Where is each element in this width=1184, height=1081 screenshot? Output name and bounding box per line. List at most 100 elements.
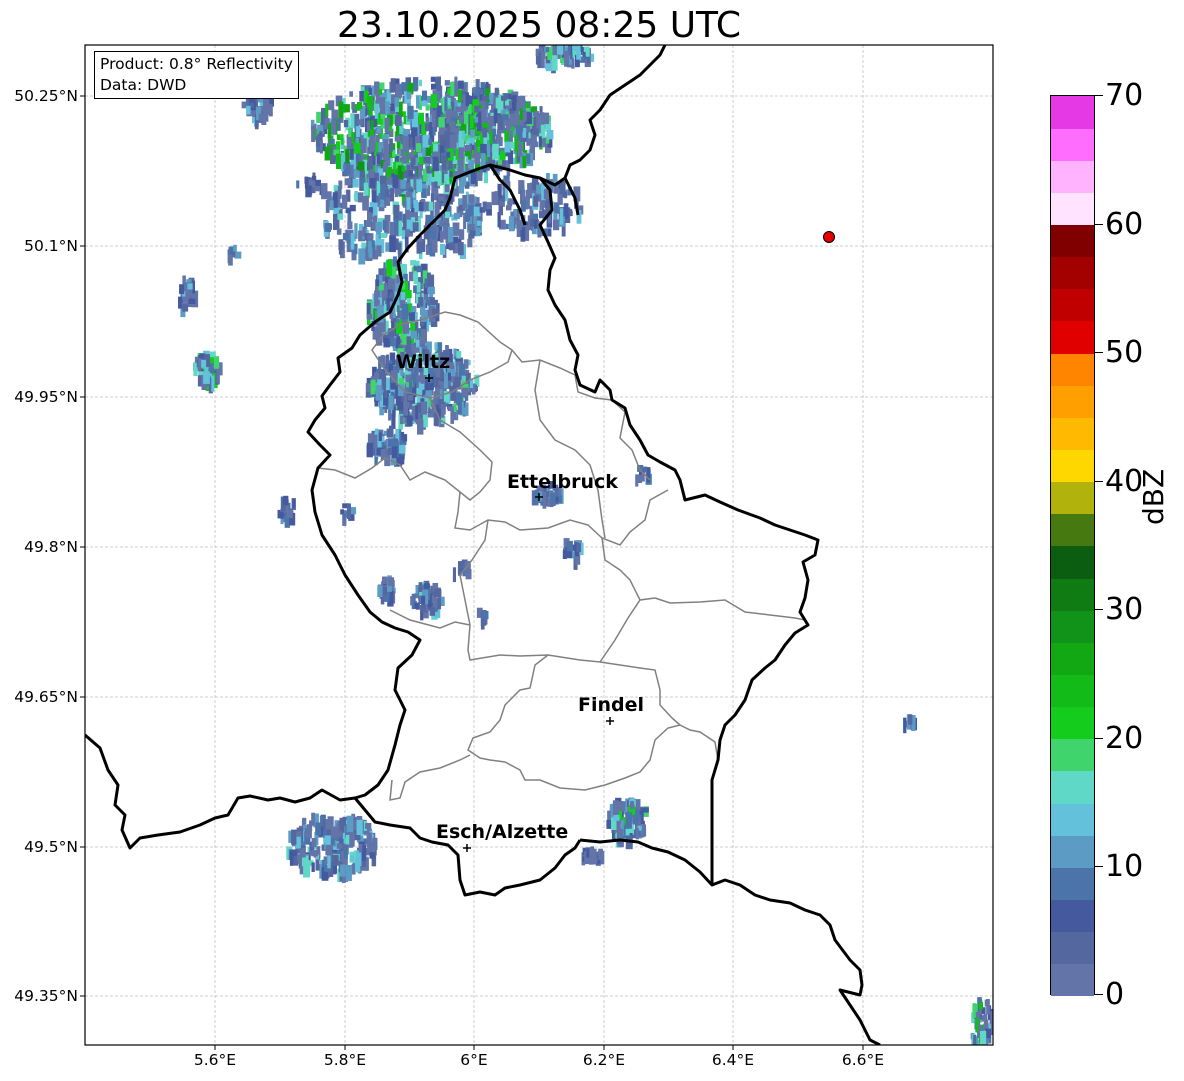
colorbar-tick-label: 70 (1105, 78, 1144, 113)
echo-cell (903, 717, 907, 734)
colorbar-segment (1051, 96, 1094, 129)
echo-cell (463, 111, 469, 125)
echo-cell (492, 143, 499, 160)
echo-cell (441, 155, 447, 171)
lat-label: 49.5°N (24, 838, 78, 856)
echo-cell (517, 142, 523, 157)
echo-cell (477, 124, 482, 131)
colorbar-segment (1051, 642, 1094, 676)
echo-cell (472, 87, 477, 93)
echo-cell (385, 377, 390, 391)
echo-cell (443, 224, 449, 240)
echo-cell (468, 204, 475, 217)
echo-cell (526, 153, 531, 164)
echo-cell (367, 155, 373, 169)
echo-cell (355, 126, 361, 138)
echo-cell (350, 113, 355, 129)
echo-cell (343, 104, 350, 113)
echo-cell (299, 848, 306, 858)
echo-cell (418, 582, 423, 592)
echo-cell (381, 232, 387, 238)
echo-cell (387, 577, 395, 586)
echo-cell (491, 191, 499, 206)
echo-cell (383, 337, 390, 348)
echo-cell (382, 373, 387, 388)
echo-cell (413, 271, 419, 284)
echo-cell (533, 219, 538, 229)
echo-cell (292, 499, 296, 508)
echo-cell (390, 78, 396, 93)
echo-cell (398, 220, 403, 237)
echo-cell (413, 285, 417, 293)
echo-cell (516, 220, 522, 230)
colorbar-segment (1051, 578, 1094, 611)
echo-cell (538, 136, 542, 148)
echo-cell (356, 819, 363, 835)
colorbar-tick-label: 60 (1105, 207, 1144, 242)
colorbar-segment (1051, 835, 1094, 868)
echo-cell (338, 239, 344, 250)
echo-cell (418, 297, 424, 307)
echo-cell (984, 999, 990, 1007)
echo-cell (432, 156, 439, 172)
echo-cell (426, 188, 430, 196)
echo-cell (408, 170, 413, 177)
echo-cell (311, 125, 316, 142)
echo-cell (409, 312, 415, 321)
echo-cell (403, 392, 407, 407)
echo-cell (407, 395, 414, 401)
echo-cell (344, 845, 348, 859)
echo-cell (501, 114, 509, 121)
echo-cell (383, 160, 387, 169)
echo-cell (343, 119, 349, 128)
echo-cell (402, 135, 409, 152)
echo-cell (328, 100, 335, 111)
echo-cell (213, 356, 220, 369)
echo-cell (400, 415, 404, 425)
echo-cell (378, 275, 383, 285)
echo-cell (280, 511, 284, 519)
echo-cell (357, 161, 365, 171)
echo-cell (410, 330, 418, 339)
echo-cell (371, 221, 376, 229)
colorbar-tick-label: 30 (1105, 592, 1144, 627)
echo-cell (508, 100, 512, 109)
echo-cell (586, 848, 590, 858)
echo-cell (325, 820, 331, 830)
colorbar-segment (1051, 288, 1094, 322)
echo-cell (635, 811, 640, 822)
colorbar-segment (1051, 224, 1094, 258)
echo-cell (400, 179, 406, 189)
echo-cell (321, 183, 328, 200)
echo-cell (613, 814, 620, 821)
echo-cell (324, 146, 331, 161)
echo-cell (286, 509, 293, 519)
echo-cell (392, 446, 398, 459)
echo-cell (357, 119, 363, 126)
echo-cell (401, 166, 406, 172)
echo-cell (472, 99, 480, 106)
echo-cell (427, 274, 435, 289)
echo-cell (449, 134, 457, 149)
echo-cell (439, 220, 444, 227)
lon-label: 5.6°E (193, 1051, 237, 1069)
lat-label: 49.35°N (14, 987, 78, 1005)
echo-cell (629, 801, 634, 810)
colorbar-segment (1051, 610, 1094, 643)
echo-cell (422, 413, 428, 428)
echo-cell (346, 815, 354, 833)
echo-cell (330, 838, 335, 846)
echo-cell (640, 807, 644, 824)
echo-cell (349, 149, 354, 160)
echo-cell (535, 48, 539, 57)
echo-cell (625, 812, 632, 829)
lon-label: 6°E (460, 1051, 488, 1069)
echo-cell (509, 113, 516, 127)
echo-cell (370, 842, 377, 851)
colorbar-segment (1051, 706, 1094, 740)
echo-cell (331, 120, 337, 135)
lon-label: 6.2°E (582, 1051, 626, 1069)
echo-cell (398, 101, 403, 118)
echo-cell (375, 385, 382, 401)
echo-cell (526, 112, 533, 124)
